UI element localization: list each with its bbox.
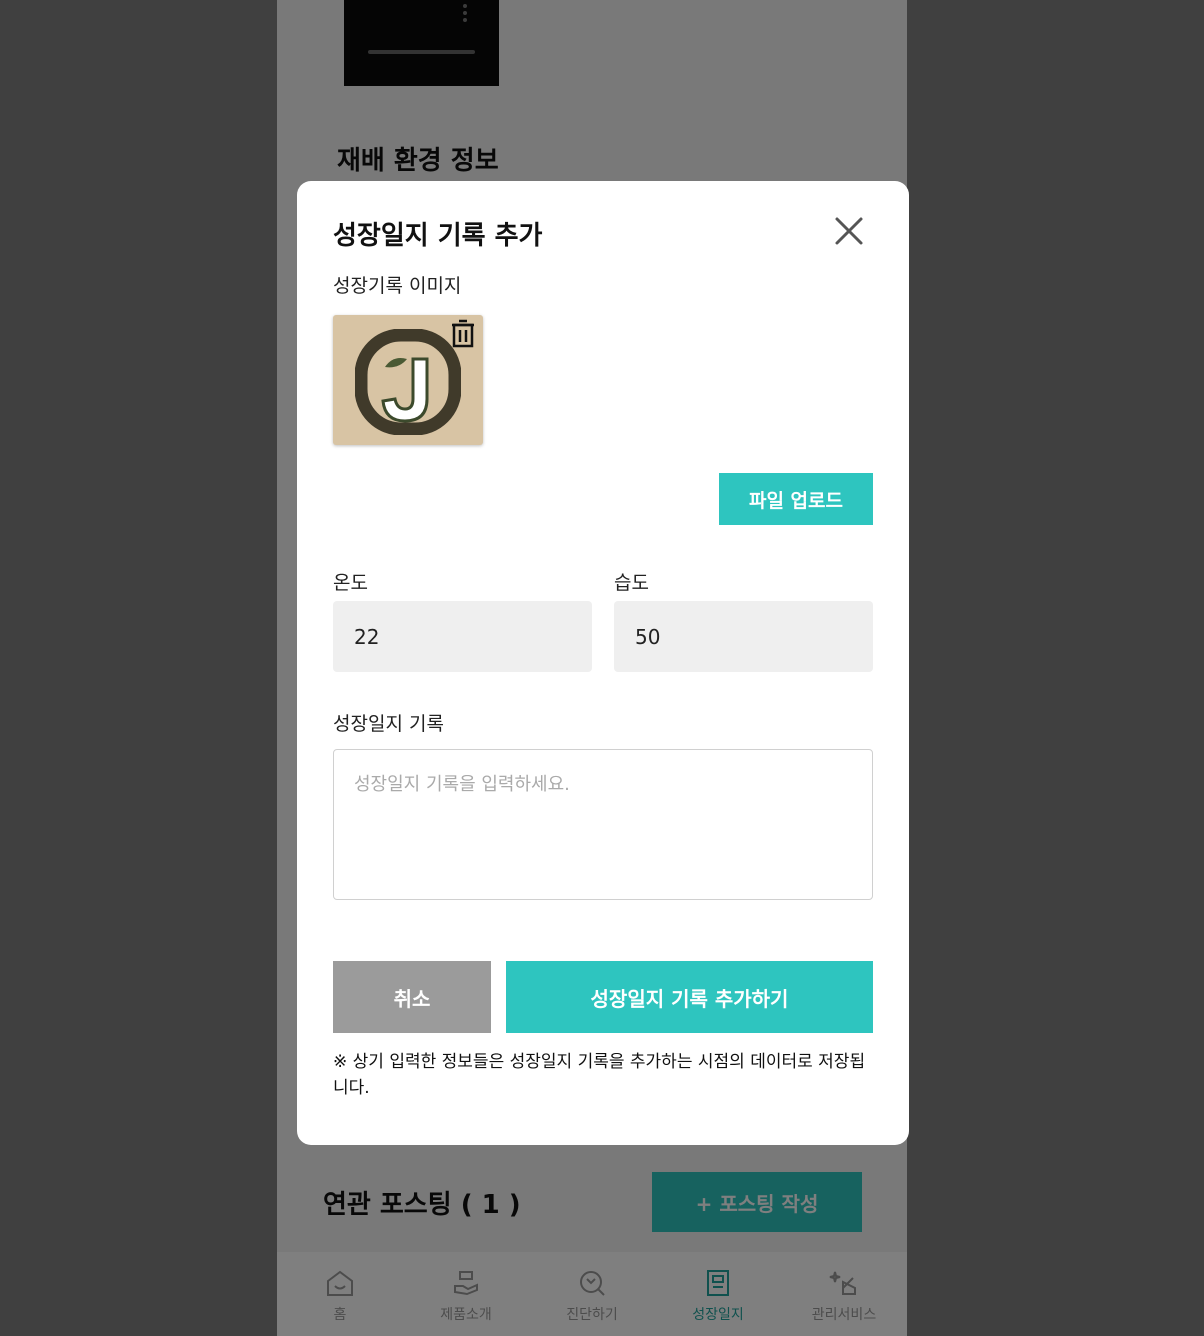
temperature-label: 온도: [333, 572, 368, 594]
uploaded-image-thumbnail: [333, 315, 483, 445]
temperature-input[interactable]: [333, 601, 592, 672]
save-notice: ※ 상기 입력한 정보들은 성장일지 기록을 추가하는 시점의 데이터로 저장됩…: [333, 1052, 866, 1098]
delete-image-button[interactable]: [449, 319, 477, 349]
brand-logo-image: [355, 329, 461, 435]
cancel-button[interactable]: 취소: [333, 961, 491, 1033]
humidity-label: 습도: [614, 572, 649, 594]
image-label: 성장기록 이미지: [333, 275, 462, 297]
close-icon: [835, 217, 863, 245]
modal-title: 성장일지 기록 추가: [333, 221, 543, 251]
humidity-input[interactable]: [614, 601, 873, 672]
trash-icon: [452, 319, 474, 348]
file-upload-button[interactable]: 파일 업로드: [719, 473, 873, 525]
record-label: 성장일지 기록: [333, 713, 444, 735]
add-journal-modal: 성장일지 기록 추가 성장기록 이미지 파일 업로드 온도 습도 성장일지 기록: [297, 181, 909, 1145]
close-button[interactable]: [829, 211, 869, 251]
record-textarea[interactable]: [333, 749, 873, 900]
add-journal-submit-button[interactable]: 성장일지 기록 추가하기: [506, 961, 873, 1033]
